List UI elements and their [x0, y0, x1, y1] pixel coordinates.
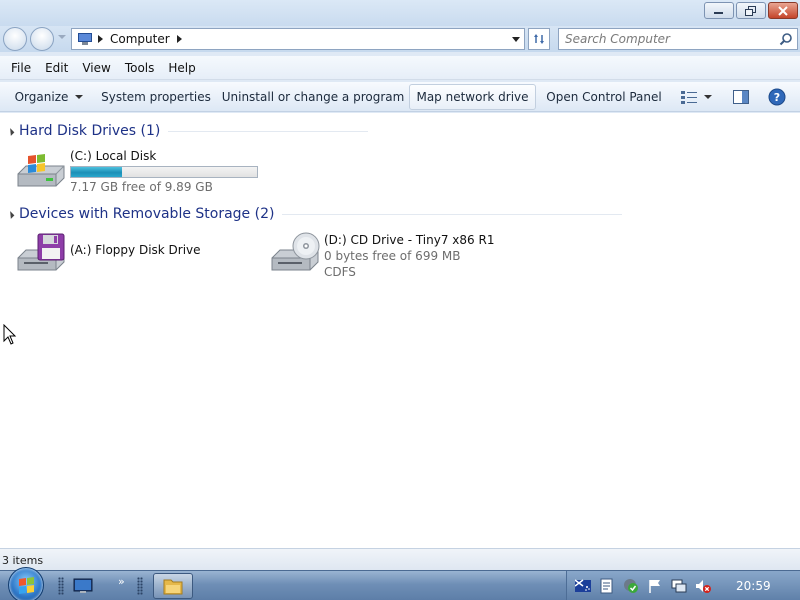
forward-button[interactable]	[30, 27, 54, 51]
window-controls	[702, 2, 798, 19]
close-button[interactable]	[768, 2, 798, 19]
menu-edit[interactable]: Edit	[38, 61, 75, 75]
volume-muted-icon[interactable]	[695, 578, 711, 594]
address-row: Computer	[0, 26, 800, 52]
network-icon[interactable]	[671, 578, 687, 594]
show-desktop-icon[interactable]	[73, 576, 93, 596]
help-icon: ?	[768, 88, 786, 106]
search-box[interactable]	[558, 28, 798, 50]
drive-a[interactable]: (A:) Floppy Disk Drive	[16, 232, 201, 276]
back-button[interactable]	[3, 27, 27, 51]
address-dropdown-icon[interactable]	[512, 37, 520, 42]
drive-list: Hard Disk Drives (1) (C:) Local Disk 7.1…	[0, 113, 800, 548]
breadcrumb-chevron-icon[interactable]	[176, 35, 182, 43]
refresh-icon	[534, 34, 544, 44]
menu-tools[interactable]: Tools	[118, 61, 162, 75]
title-bar	[0, 0, 800, 26]
hard-disk-icon	[16, 148, 66, 192]
command-bar: Organize System properties Uninstall or …	[0, 82, 800, 112]
menu-help[interactable]: Help	[161, 61, 202, 75]
preview-pane-button[interactable]	[728, 84, 754, 110]
collapse-arrow-icon[interactable]	[6, 128, 15, 136]
restore-icon	[745, 5, 756, 16]
clock[interactable]: 20:59	[736, 579, 771, 593]
menu-file[interactable]: File	[4, 61, 38, 75]
chevron-down-icon	[703, 95, 712, 99]
breadcrumb-separator-icon[interactable]	[98, 35, 103, 43]
folder-icon	[163, 579, 183, 595]
floppy-drive-icon	[16, 232, 66, 276]
start-button[interactable]	[8, 567, 44, 600]
view-options-icon	[680, 91, 697, 104]
help-button[interactable]: ?	[764, 84, 790, 110]
drive-free-space: 7.17 GB free of 9.89 GB	[70, 180, 213, 194]
drive-name: (A:) Floppy Disk Drive	[70, 243, 201, 257]
taskbar-explorer-button[interactable]	[153, 573, 193, 599]
svg-text:?: ?	[774, 91, 780, 104]
mouse-cursor-icon	[3, 324, 17, 345]
collapse-arrow-icon[interactable]	[6, 211, 15, 219]
search-icon[interactable]	[779, 32, 793, 46]
taskbar-grip[interactable]	[137, 577, 143, 595]
breadcrumb-computer[interactable]: Computer	[110, 32, 170, 46]
language-flag-icon[interactable]	[575, 578, 591, 594]
drive-a-info: (A:) Floppy Disk Drive	[70, 232, 201, 276]
group-divider	[282, 213, 623, 215]
drive-d-info: (D:) CD Drive - Tiny7 x86 R1 0 bytes fre…	[324, 232, 494, 280]
action-center-flag-icon[interactable]	[647, 578, 663, 594]
system-properties-button[interactable]: System properties	[100, 84, 212, 110]
taskbar: » 20:59	[0, 567, 800, 600]
drive-d[interactable]: (D:) CD Drive - Tiny7 x86 R1 0 bytes fre…	[270, 232, 494, 280]
windows-logo-icon	[19, 577, 34, 594]
status-bar: 3 items	[0, 548, 800, 570]
recent-pages-arrow-icon[interactable]	[58, 35, 66, 39]
map-network-drive-button[interactable]: Map network drive	[409, 84, 536, 110]
drive-c-info: (C:) Local Disk 7.17 GB free of 9.89 GB	[70, 148, 258, 195]
restore-button[interactable]	[736, 2, 766, 19]
group-header-removable-storage[interactable]: Devices with Removable Storage (2)	[6, 204, 788, 224]
drive-free-space: 0 bytes free of 699 MB	[324, 249, 461, 263]
taskbar-grip[interactable]	[58, 577, 64, 595]
view-options-button[interactable]	[674, 84, 718, 110]
search-input[interactable]	[565, 29, 775, 49]
group-title: Devices with Removable Storage (2)	[19, 206, 275, 222]
drive-name: (C:) Local Disk	[70, 149, 157, 163]
menu-view[interactable]: View	[75, 61, 117, 75]
quick-launch-overflow-icon[interactable]: »	[118, 575, 125, 588]
drive-usage-bar	[70, 166, 258, 178]
document-icon[interactable]	[599, 578, 615, 594]
group-divider	[168, 130, 369, 132]
organize-label: Organize	[14, 90, 69, 104]
open-control-panel-button[interactable]: Open Control Panel	[546, 84, 662, 110]
preview-pane-icon	[733, 90, 749, 104]
drive-name: (D:) CD Drive - Tiny7 x86 R1	[324, 233, 495, 247]
minimize-icon	[714, 11, 723, 14]
close-icon	[778, 5, 788, 16]
minimize-button[interactable]	[704, 2, 734, 19]
drive-file-system: CDFS	[324, 265, 356, 279]
group-header-hard-disk-drives[interactable]: Hard Disk Drives (1)	[6, 121, 788, 141]
drive-c[interactable]: (C:) Local Disk 7.17 GB free of 9.89 GB	[16, 148, 258, 195]
chevron-down-icon	[75, 95, 84, 99]
drive-usage-fill	[71, 167, 123, 177]
computer-icon	[78, 33, 92, 45]
security-check-icon[interactable]	[623, 578, 639, 594]
item-count: 3 items	[2, 554, 44, 567]
cd-drive-icon	[270, 232, 320, 276]
organize-button[interactable]: Organize	[12, 84, 86, 110]
menu-bar: File Edit View Tools Help	[0, 56, 800, 80]
address-bar[interactable]: Computer	[71, 28, 525, 50]
group-title: Hard Disk Drives (1)	[19, 123, 161, 139]
uninstall-program-button[interactable]: Uninstall or change a program	[222, 84, 405, 110]
refresh-button[interactable]	[528, 28, 550, 50]
